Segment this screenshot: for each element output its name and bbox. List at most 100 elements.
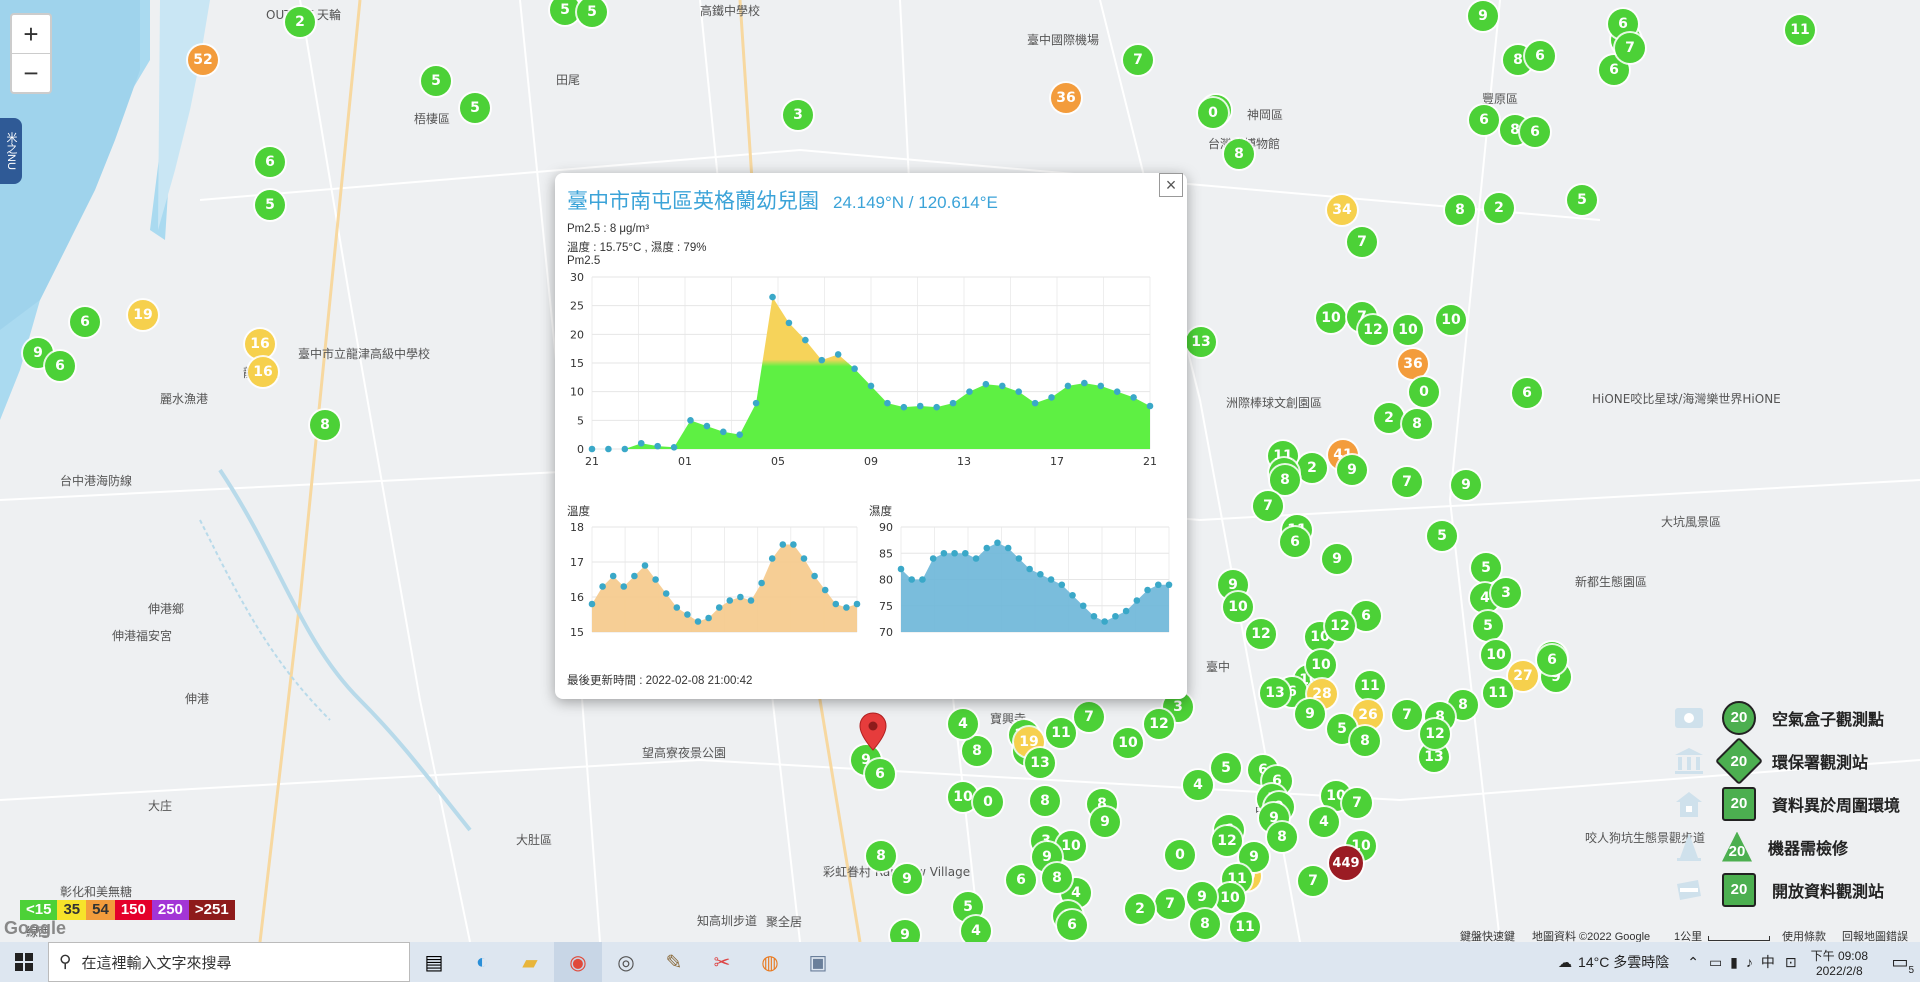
sensor-marker[interactable]: 36 [1398,349,1428,379]
sensor-marker[interactable]: 34 [1327,195,1357,225]
sensor-marker[interactable]: 19 [128,300,158,330]
sensor-marker[interactable]: 8 [1350,726,1380,756]
sensor-marker[interactable]: 5 [255,190,285,220]
task-view-icon[interactable]: ▤ [410,942,458,982]
sensor-marker[interactable]: 9 [1295,699,1325,729]
sensor-marker[interactable]: 12 [1358,315,1388,345]
sensor-marker[interactable]: 9 [1451,470,1481,500]
sensor-marker[interactable]: 0 [973,787,1003,817]
sensor-marker[interactable]: 10 [1113,728,1143,758]
sensor-marker[interactable]: 0 [1409,377,1439,407]
sensor-marker[interactable]: 5 [1211,753,1241,783]
sensor-marker[interactable]: 6 [255,147,285,177]
sensor-marker[interactable]: 6 [70,307,100,337]
sensor-marker[interactable]: 7 [1347,227,1377,257]
sensor-marker[interactable]: 3 [783,100,813,130]
sensor-marker[interactable]: 6 [1537,645,1567,675]
sensor-marker[interactable]: 4 [1309,807,1339,837]
sensor-marker[interactable]: 5 [1427,521,1457,551]
sensor-marker[interactable]: 7 [1342,788,1372,818]
blender-icon[interactable]: ◍ [746,942,794,982]
sensor-marker[interactable]: 4 [1183,770,1213,800]
sensor-marker[interactable]: 5 [1473,611,1503,641]
compass-app-icon[interactable]: ◎ [602,942,650,982]
sensor-marker[interactable]: 9 [1187,882,1217,912]
sensor-marker[interactable]: 6 [1351,601,1381,631]
sensor-marker[interactable]: 10 [1223,592,1253,622]
zoom-in-button[interactable]: + [12,15,50,54]
close-popup-button[interactable]: × [1159,173,1183,197]
app-icon[interactable]: ▣ [794,942,842,982]
sensor-marker[interactable]: 5 [460,93,490,123]
sensor-marker[interactable]: 4 [948,709,978,739]
sensor-marker[interactable]: 6 [1280,527,1310,557]
sensor-marker[interactable]: 6 [1469,105,1499,135]
sensor-marker[interactable]: 2 [1484,193,1514,223]
sensor-marker[interactable]: 12 [1325,611,1355,641]
map-view[interactable]: OUTLET 天輪高鐵中學校臺中國際機場田尾梧棲區神岡區台灣球博物館豐原區潭雅神… [0,0,1920,942]
sensor-marker[interactable]: 6 [1006,865,1036,895]
sensor-marker[interactable]: 36 [1051,83,1081,113]
location-pin-icon[interactable] [858,712,888,752]
sensor-marker[interactable]: 13 [1260,678,1290,708]
sensor-marker[interactable]: 7 [1392,467,1422,497]
sensor-marker[interactable]: 9 [890,920,920,942]
gimp-icon[interactable]: ✎ [650,942,698,982]
sensor-marker[interactable]: 12 [1144,709,1174,739]
chevron-up-icon[interactable]: ⌃ [1687,954,1699,971]
sensor-marker[interactable]: 16 [248,357,278,387]
volume-icon[interactable]: ♪ [1746,954,1753,970]
file-explorer-icon[interactable]: ▰ [506,942,554,982]
sensor-marker[interactable]: 8 [1402,409,1432,439]
sensor-marker[interactable]: 449 [1329,846,1363,880]
sensor-marker[interactable]: 8 [1445,195,1475,225]
sensor-marker[interactable]: 16 [245,329,275,359]
sensor-marker[interactable]: 6 [1512,378,1542,408]
sensor-marker[interactable]: 7 [1155,889,1185,919]
clock[interactable]: 下午 09:08 2022/2/8 [1811,947,1868,978]
sensor-marker[interactable]: 0 [1165,840,1195,870]
sensor-marker[interactable]: 0 [1198,98,1228,128]
sensor-marker[interactable]: 4 [961,916,991,942]
notification-center[interactable]: ▭ 5 [1880,942,1920,982]
sensor-marker[interactable]: 7 [1253,491,1283,521]
report-error-link[interactable]: 回報地圖錯誤 [1842,928,1908,942]
chrome-icon[interactable]: ◉ [554,942,602,982]
sensor-marker[interactable]: 9 [1337,455,1367,485]
taskbar-search[interactable]: ⚲ 在這裡輸入文字來搜尋 [48,942,410,982]
weather-text[interactable]: 14°C 多雲時陰 [1578,952,1669,972]
sensor-marker[interactable]: 7 [1615,33,1645,63]
sensor-marker[interactable]: 8 [1190,909,1220,939]
sensor-marker[interactable]: 8 [866,841,896,871]
ime-indicator[interactable]: 中 [1761,952,1775,972]
sensor-marker[interactable]: 10 [1316,303,1346,333]
sensor-marker[interactable]: 6 [1525,41,1555,71]
sensor-marker[interactable]: 11 [1355,671,1385,701]
sensor-marker[interactable]: 2 [1125,894,1155,924]
sensor-marker[interactable]: 2 [1374,403,1404,433]
sensor-marker[interactable]: 10 [1215,883,1245,913]
sensor-marker[interactable]: 11 [1785,15,1815,45]
sensor-marker[interactable]: 7 [1392,700,1422,730]
sensor-marker[interactable]: 8 [1224,139,1254,169]
sensor-marker[interactable]: 12 [1212,826,1242,856]
zoom-out-button[interactable]: − [12,54,50,92]
edge-icon[interactable]: ◐ [458,942,506,982]
sensor-marker[interactable]: 6 [1057,910,1087,940]
sensor-marker[interactable]: 6 [1520,117,1550,147]
sensor-marker[interactable]: 9 [1322,544,1352,574]
sensor-marker[interactable]: 9 [1090,807,1120,837]
sensor-marker[interactable]: 10 [1481,640,1511,670]
sensor-marker[interactable]: 5 [1567,185,1597,215]
sensor-marker[interactable]: 5 [1471,553,1501,583]
terms-link[interactable]: 使用條款 [1782,928,1826,942]
sensor-marker[interactable]: 8 [310,410,340,440]
sensor-marker[interactable]: 11 [1046,718,1076,748]
sensor-marker[interactable]: 2 [285,7,315,37]
sensor-marker[interactable]: 9 [1468,1,1498,31]
sensor-marker[interactable]: 52 [188,45,218,75]
sensor-marker[interactable]: 8 [1042,863,1072,893]
sensor-marker[interactable]: 8 [1267,822,1297,852]
sensor-marker[interactable]: 13 [1025,748,1055,778]
sensor-marker[interactable]: 10 [1436,305,1466,335]
